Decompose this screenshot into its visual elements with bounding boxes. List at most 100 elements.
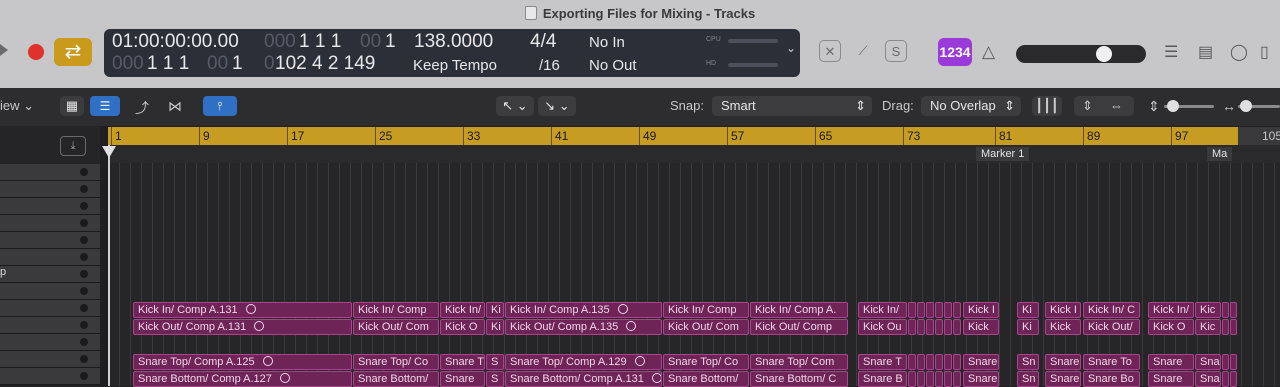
loop-browser-icon[interactable]: ◯ [1230, 42, 1248, 62]
audio-region[interactable]: Snare [963, 354, 999, 370]
vertical-zoom-icon[interactable]: ⇕ [1082, 96, 1093, 116]
audio-region[interactable]: Kick In/ Comp A.131 [133, 302, 352, 318]
audio-region[interactable]: Sn [1017, 354, 1039, 370]
marker-lane[interactable] [108, 145, 1280, 164]
audio-region[interactable]: Snare [1045, 371, 1081, 387]
horizontal-zoom-icon[interactable]: ⇔ [1110, 96, 1123, 116]
audio-region[interactable]: Snare Top/ Co [663, 354, 749, 370]
audio-region-slice[interactable] [908, 371, 916, 387]
audio-region-slice[interactable] [1230, 371, 1237, 387]
catch-playhead-icon[interactable]: ⫯ [203, 96, 237, 116]
track-header[interactable] [0, 334, 100, 351]
audio-region[interactable]: Kick In/ C [1083, 302, 1140, 318]
track-status-dot[interactable] [80, 185, 88, 193]
audio-region[interactable]: Ki [486, 302, 504, 318]
automation-icon[interactable]: ⤴ [135, 98, 149, 118]
track-header[interactable] [0, 181, 100, 198]
audio-region[interactable]: Kic [1195, 319, 1221, 335]
track-header[interactable] [0, 198, 100, 215]
audio-region[interactable]: Snare [1045, 354, 1081, 370]
audio-region-slice[interactable] [944, 319, 952, 335]
track-header[interactable]: p [0, 266, 100, 283]
track-header[interactable] [0, 300, 100, 317]
track-header[interactable] [0, 215, 100, 232]
track-header[interactable] [0, 368, 100, 385]
track-header[interactable] [0, 283, 100, 300]
track-status-dot[interactable] [80, 372, 88, 380]
audio-region-slice[interactable] [1230, 302, 1237, 318]
track-header[interactable] [0, 351, 100, 368]
audio-region[interactable]: Ki [1017, 302, 1039, 318]
playhead[interactable] [108, 145, 110, 386]
audio-region[interactable]: Snare Top/ Co [353, 354, 439, 370]
audio-region[interactable]: Snare To [1083, 354, 1140, 370]
browser-icon[interactable]: ▯ [1260, 42, 1269, 62]
track-status-dot[interactable] [80, 338, 88, 346]
audio-region-slice[interactable] [935, 319, 943, 335]
replace-icon[interactable]: ✕ [819, 40, 841, 62]
audio-region[interactable]: Kick In/ [440, 302, 485, 318]
track-status-dot[interactable] [80, 304, 88, 312]
track-status-dot[interactable] [80, 202, 88, 210]
audio-region[interactable]: Kick O [440, 319, 485, 335]
audio-region[interactable]: Kick I [1045, 302, 1081, 318]
view-menu[interactable]: iew ⌄ [0, 98, 34, 114]
audio-region[interactable]: Ki [1017, 319, 1039, 335]
audio-region[interactable]: Kick Out/ Com [663, 319, 749, 335]
master-volume-slider[interactable] [1016, 45, 1146, 63]
track-status-dot[interactable] [80, 168, 88, 176]
audio-region-slice[interactable] [926, 371, 934, 387]
audio-region-slice[interactable] [1222, 354, 1229, 370]
track-header[interactable] [0, 164, 100, 181]
audio-region[interactable]: Snare Bottom/ [353, 371, 439, 387]
note-pad-icon[interactable]: ▤ [1198, 42, 1213, 62]
audio-region[interactable]: Kick [963, 319, 999, 335]
chevron-down-icon[interactable]: ⌄ [786, 41, 796, 55]
marker-1[interactable]: Marker 1 [976, 147, 1030, 161]
metronome-icon[interactable]: △ [982, 42, 995, 62]
audio-region-slice[interactable] [1222, 371, 1229, 387]
audio-region-slice[interactable] [953, 371, 961, 387]
zoom-buttons[interactable]: ⇕ ⇔ [1074, 96, 1134, 116]
audio-region[interactable]: Sna [1195, 371, 1221, 387]
marker-2[interactable]: Ma [1207, 147, 1233, 161]
audio-region[interactable]: Snare T [440, 354, 485, 370]
audio-region-slice[interactable] [944, 371, 952, 387]
audio-region[interactable]: Kick In/ Comp A.135 [505, 302, 662, 318]
vertical-zoom-knob[interactable] [1167, 100, 1179, 112]
audio-region[interactable]: Kick Out/ Comp A.135 [505, 319, 662, 335]
lcd-display[interactable]: 01:00:00:00.00 000 1 1 1 00 1 138.0000 4… [104, 29, 800, 77]
audio-region[interactable]: Kick O [1148, 319, 1194, 335]
audio-region-slice[interactable] [917, 302, 925, 318]
flex-icon[interactable]: ⋈ [168, 98, 182, 115]
audio-region[interactable]: Kick Ou [858, 319, 907, 335]
audio-region[interactable]: Kic [1195, 302, 1221, 318]
audio-region[interactable]: Kick In/ Comp A. [750, 302, 848, 318]
audio-region-slice[interactable] [935, 302, 943, 318]
audio-region-slice[interactable] [908, 302, 916, 318]
audio-region-slice[interactable] [1230, 319, 1237, 335]
audio-region[interactable]: Kick Out/ Com [353, 319, 439, 335]
audio-region[interactable]: Snare Top/ Comp A.129 [505, 354, 662, 370]
audio-region-slice[interactable] [926, 354, 934, 370]
track-status-dot[interactable] [80, 253, 88, 261]
audio-region[interactable]: S [486, 354, 504, 370]
audio-region-slice[interactable] [953, 302, 961, 318]
track-header[interactable] [0, 232, 100, 249]
track-status-dot[interactable] [80, 355, 88, 363]
track-status-dot[interactable] [80, 270, 88, 278]
audio-region-slice[interactable] [908, 319, 916, 335]
snap-select[interactable]: Smart ⇕ [712, 96, 872, 116]
audio-region[interactable]: Snare Bottom/ [663, 371, 749, 387]
audio-region-slice[interactable] [944, 302, 952, 318]
pencil-tool-icon[interactable]: ↘ ⌄ [538, 96, 576, 116]
pointer-tool-icon[interactable]: ↖ ⌄ [496, 96, 534, 116]
solo-icon[interactable]: S [885, 40, 907, 62]
audio-region-slice[interactable] [1230, 354, 1237, 370]
tuning-icon[interactable]: ⟋ [852, 40, 874, 62]
horizontal-zoom-knob[interactable] [1240, 100, 1252, 112]
audio-region[interactable]: Kick [1045, 319, 1081, 335]
audio-region-slice[interactable] [953, 354, 961, 370]
audio-region[interactable]: Snare Bo [1083, 371, 1140, 387]
track-status-dot[interactable] [80, 287, 88, 295]
